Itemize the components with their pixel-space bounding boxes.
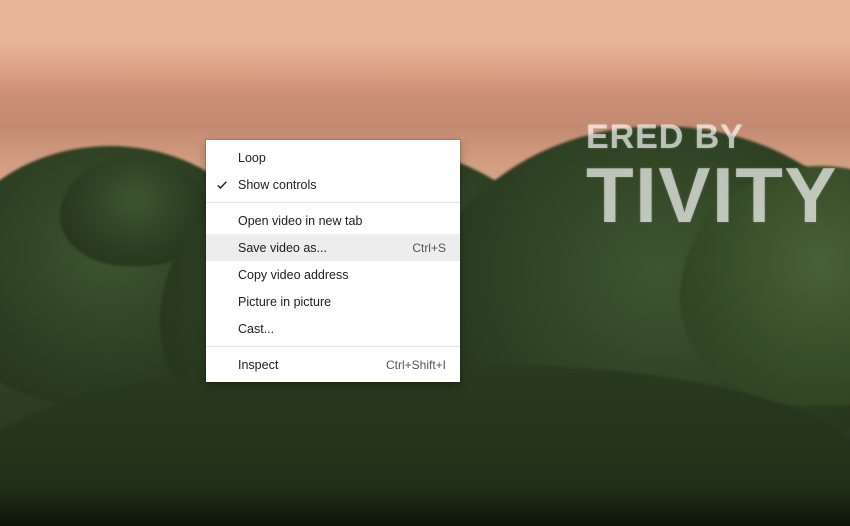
menu-item-open-new-tab[interactable]: Open video in new tab (206, 207, 460, 234)
menu-label: Cast... (238, 322, 446, 336)
menu-separator (206, 202, 460, 203)
overlay-line-1: ERED BY (586, 120, 838, 154)
menu-item-show-controls[interactable]: Show controls (206, 171, 460, 198)
menu-label: Show controls (238, 178, 446, 192)
menu-shortcut: Ctrl+S (412, 241, 446, 255)
menu-item-loop[interactable]: Loop (206, 144, 460, 171)
check-icon (206, 179, 238, 191)
menu-label: Loop (238, 151, 446, 165)
overlay-line-2: TIVITY (586, 156, 838, 234)
menu-item-copy-address[interactable]: Copy video address (206, 261, 460, 288)
menu-item-picture-in-picture[interactable]: Picture in picture (206, 288, 460, 315)
menu-item-cast[interactable]: Cast... (206, 315, 460, 342)
menu-shortcut: Ctrl+Shift+I (386, 358, 446, 372)
menu-label: Save video as... (238, 241, 412, 255)
menu-label: Inspect (238, 358, 386, 372)
scenery-foreground (0, 486, 850, 526)
video-overlay-text: ERED BY TIVITY (586, 120, 838, 234)
video-context-menu: Loop Show controls Open video in new tab… (206, 140, 460, 382)
menu-label: Open video in new tab (238, 214, 446, 228)
video-frame[interactable]: ERED BY TIVITY Loop Show controls Open v… (0, 0, 850, 526)
menu-separator (206, 346, 460, 347)
menu-label: Picture in picture (238, 295, 446, 309)
menu-label: Copy video address (238, 268, 446, 282)
menu-item-inspect[interactable]: Inspect Ctrl+Shift+I (206, 351, 460, 378)
menu-item-save-video-as[interactable]: Save video as... Ctrl+S (206, 234, 460, 261)
